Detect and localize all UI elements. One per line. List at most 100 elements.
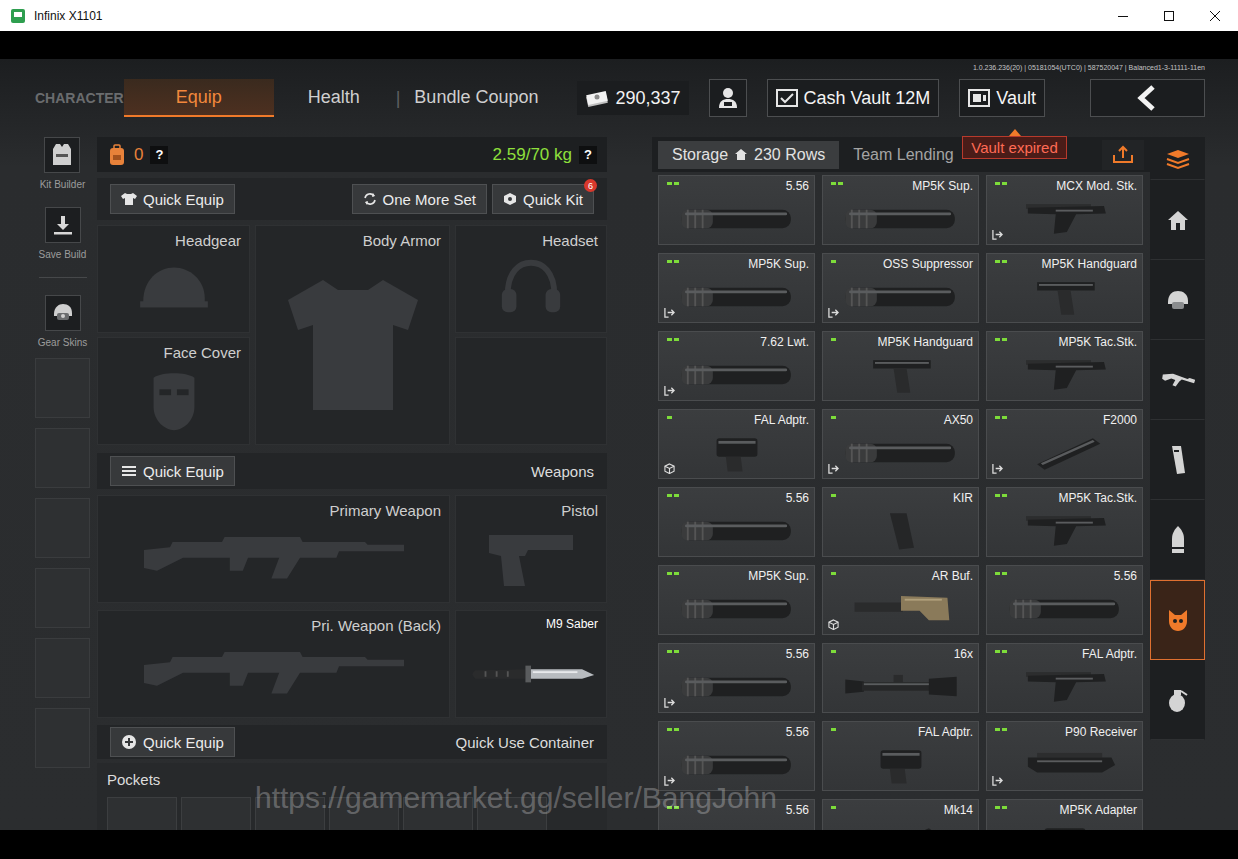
storage-item[interactable]: MP5K Sup.	[658, 565, 815, 635]
storage-item[interactable]: AR Buf.	[822, 565, 979, 635]
skin-slot[interactable]	[35, 638, 90, 698]
item-marker	[992, 229, 1003, 240]
suppressor-icon	[836, 431, 966, 475]
item-figure	[659, 739, 814, 790]
tool-item[interactable]: Save Build	[39, 207, 87, 260]
nav-tab[interactable]: Equip	[124, 79, 274, 117]
one-more-set-button[interactable]: One More Set	[352, 184, 487, 214]
storage-item[interactable]: 5.56	[658, 175, 815, 245]
category-item[interactable]	[1150, 260, 1205, 340]
skin-slot[interactable]	[35, 498, 90, 558]
operator-button[interactable]	[709, 79, 747, 117]
weapon-slot[interactable]: Primary Weapon	[97, 495, 450, 603]
gear-slot[interactable]: Headgear	[97, 225, 250, 333]
help-button[interactable]: ?	[150, 146, 168, 164]
storage-item[interactable]: Mk14	[822, 799, 979, 830]
storage-item[interactable]: 5.56	[658, 799, 815, 830]
storage-item[interactable]: KIR	[822, 487, 979, 557]
pocket-slot[interactable]	[329, 797, 399, 830]
help-button[interactable]: ?	[579, 146, 597, 164]
category-item[interactable]	[1150, 660, 1205, 740]
quick-equip-button[interactable]: Quick Equip	[110, 456, 235, 486]
storage-tab[interactable]: Team Lending	[839, 141, 968, 169]
vault-box-icon	[776, 88, 798, 108]
pocket-slot[interactable]	[403, 797, 473, 830]
storage-grid: 5.56MP5K Sup.MCX Mod. Stk.MP5K Sup.OSS S…	[652, 175, 1150, 830]
storage-item[interactable]: MP5K Sup.	[822, 175, 979, 245]
tool-item[interactable]: Kit Builder	[40, 137, 86, 190]
storage-item[interactable]: MP5K Adapter	[986, 799, 1143, 830]
skin-slot[interactable]	[35, 358, 90, 418]
transfer-icon	[664, 775, 675, 786]
cash-vault-button[interactable]: Cash Vault 12M	[767, 79, 940, 117]
nav-tab[interactable]: Health	[274, 79, 394, 117]
pocket-slot[interactable]	[477, 797, 547, 830]
item-name: 5.56	[1114, 569, 1137, 583]
pockets-section: Pockets	[97, 763, 607, 830]
close-button[interactable]	[1192, 0, 1238, 31]
storage-item[interactable]: MP5K Tac.Stk.	[986, 487, 1143, 557]
gear-slot[interactable]: Body Armor	[255, 225, 450, 445]
suppressor-icon	[1000, 587, 1130, 631]
weapon-slot[interactable]: Pistol	[455, 495, 607, 603]
grade-dot	[831, 338, 836, 341]
skin-slot[interactable]	[35, 568, 90, 628]
vault-button[interactable]: Vault	[959, 79, 1045, 117]
storage-item[interactable]: FAL Adptr.	[658, 409, 815, 479]
safe-icon	[968, 89, 990, 107]
category-item[interactable]	[1150, 180, 1205, 260]
transfer-button[interactable]	[1102, 140, 1144, 170]
skin-slot[interactable]	[35, 708, 90, 768]
nav-tab[interactable]: Bundle Coupon	[402, 79, 550, 117]
storage-item[interactable]: P90 Receiver	[986, 721, 1143, 791]
item-grade	[667, 491, 679, 497]
storage-item[interactable]: MP5K Tac.Stk.	[986, 331, 1143, 401]
storage-item[interactable]: 5.56	[658, 643, 815, 713]
storage-item[interactable]: FAL Adptr.	[986, 643, 1143, 713]
storage-item[interactable]: 5.56	[658, 721, 815, 791]
storage-item[interactable]: 5.56	[658, 487, 815, 557]
storage-item[interactable]: F2000	[986, 409, 1143, 479]
item-name: FAL Adptr.	[918, 725, 973, 739]
storage-item[interactable]: 16x	[822, 643, 979, 713]
storage-item[interactable]: 5.56	[986, 565, 1143, 635]
item-header: 16x	[823, 644, 978, 661]
tool-item[interactable]: Gear Skins	[38, 295, 87, 348]
grade-dot	[667, 260, 672, 263]
item-name: MP5K Tac.Stk.	[1059, 335, 1137, 349]
pocket-slot[interactable]	[107, 797, 177, 830]
gear-slot[interactable]: Face Cover	[97, 337, 250, 445]
category-item[interactable]	[1150, 340, 1205, 420]
category-item[interactable]	[1150, 420, 1205, 500]
cube-icon	[664, 463, 675, 474]
weapon-slot[interactable]: M9 Saber	[455, 610, 607, 718]
storage-tab[interactable]: Storage230 Rows	[658, 141, 839, 169]
layers-icon	[1165, 148, 1191, 170]
minimize-button[interactable]	[1100, 0, 1146, 31]
skin-slot[interactable]	[35, 428, 90, 488]
maximize-button[interactable]	[1146, 0, 1192, 31]
back-button[interactable]	[1090, 79, 1205, 117]
storage-item[interactable]: 7.62 Lwt.	[658, 331, 815, 401]
quick-kit-button[interactable]: Quick Kit6	[492, 184, 594, 214]
category-item[interactable]	[1150, 500, 1205, 580]
storage-item[interactable]: MP5K Sup.	[658, 253, 815, 323]
storage-item[interactable]: MP5K Handguard	[986, 253, 1143, 323]
quick-equip-button[interactable]: Quick Equip	[110, 184, 235, 214]
item-header: 5.56	[659, 722, 814, 739]
weapon-slot[interactable]: Pri. Weapon (Back)	[97, 610, 450, 718]
app-icon	[10, 8, 26, 24]
storage-item[interactable]: MP5K Handguard	[822, 331, 979, 401]
gear-slot[interactable]: Headset	[455, 225, 607, 333]
category-item[interactable]	[1150, 580, 1205, 660]
storage-item[interactable]: AX50	[822, 409, 979, 479]
gear-slot[interactable]	[455, 337, 607, 445]
adapter-icon	[1000, 821, 1130, 831]
storage-item[interactable]: MCX Mod. Stk.	[986, 175, 1143, 245]
storage-item[interactable]: OSS Suppressor	[822, 253, 979, 323]
storage-item[interactable]: FAL Adptr.	[822, 721, 979, 791]
pocket-slot[interactable]	[181, 797, 251, 830]
quick-equip-button[interactable]: Quick Equip	[110, 727, 235, 757]
pocket-slot[interactable]	[255, 797, 325, 830]
category-item[interactable]	[1150, 137, 1205, 180]
